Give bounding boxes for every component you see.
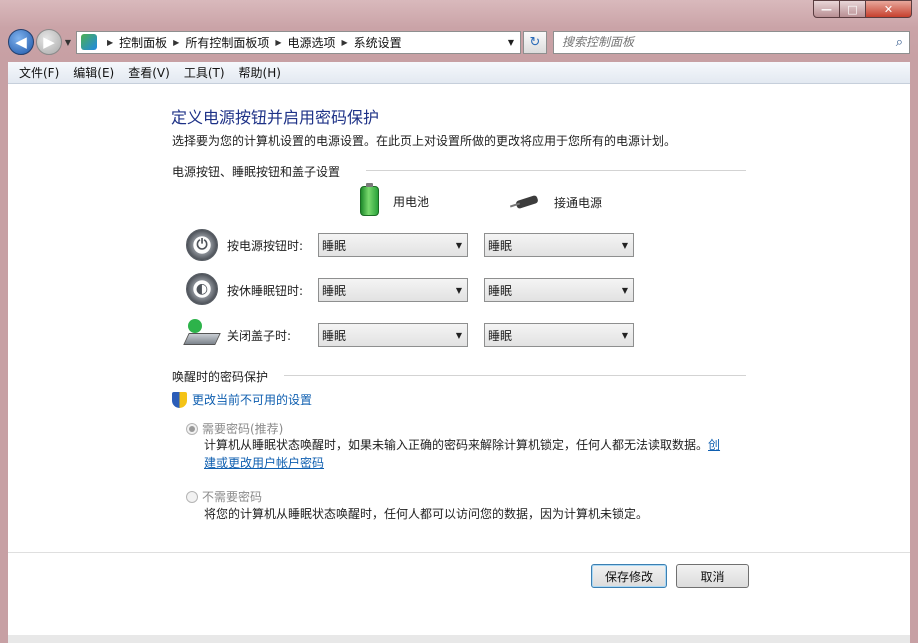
- section-password-heading: 唤醒时的密码保护: [172, 370, 269, 384]
- status-bar: [8, 635, 910, 643]
- chevron-right-icon[interactable]: ▶: [275, 38, 281, 47]
- footer-divider: [8, 552, 910, 553]
- sleep-button-icon: ◐: [186, 273, 218, 305]
- close-lid-plugged-select[interactable]: 睡眠 ▼: [484, 323, 634, 347]
- menu-view[interactable]: 查看(V): [121, 64, 177, 81]
- control-panel-icon: [81, 34, 97, 50]
- require-password-option[interactable]: 需要密码(推荐): [186, 420, 283, 437]
- power-plug-icon: [510, 192, 546, 212]
- select-value: 睡眠: [322, 328, 347, 343]
- page-description: 选择要为您的计算机设置的电源设置。在此页上对设置所做的更改将应用于您所有的电源计…: [172, 134, 677, 148]
- menu-tools[interactable]: 工具(T): [177, 64, 232, 81]
- history-dropdown-icon[interactable]: ▼: [62, 38, 74, 47]
- breadcrumb-system-settings[interactable]: 系统设置: [354, 34, 402, 51]
- plugged-column-header: 接通电源: [510, 192, 602, 212]
- dropdown-arrow-icon: ▼: [621, 241, 628, 250]
- navigation-bar: ◀ ▶ ▼ ▶ 控制面板 ▶ 所有控制面板项 ▶ 电源选项 ▶ 系统设置 ▼ ↻…: [8, 28, 910, 56]
- cancel-button[interactable]: 取消: [676, 564, 749, 588]
- sleep-button-plugged-select[interactable]: 睡眠 ▼: [484, 278, 634, 302]
- change-settings-link[interactable]: 更改当前不可用的设置: [192, 391, 312, 408]
- menu-edit[interactable]: 编辑(E): [66, 64, 121, 81]
- menu-bar: 文件(F) 编辑(E) 查看(V) 工具(T) 帮助(H): [8, 62, 910, 84]
- section-divider: [366, 170, 746, 171]
- content-area: 定义电源按钮并启用密码保护 选择要为您的计算机设置的电源设置。在此页上对设置所做…: [8, 84, 910, 635]
- chevron-right-icon[interactable]: ▶: [107, 38, 113, 47]
- require-password-description: 计算机从睡眠状态唤醒时，如果未输入正确的密码来解除计算机锁定，任何人都无法读取数…: [204, 436, 724, 472]
- require-password-label: 需要密码(推荐): [202, 422, 284, 436]
- select-value: 睡眠: [488, 283, 513, 298]
- close-lid-battery-select[interactable]: 睡眠 ▼: [318, 323, 468, 347]
- no-password-option[interactable]: 不需要密码: [186, 488, 262, 505]
- select-value: 睡眠: [488, 328, 513, 343]
- no-password-radio[interactable]: [186, 490, 198, 503]
- power-button-battery-select[interactable]: 睡眠 ▼: [318, 233, 468, 257]
- close-button[interactable]: ✕: [866, 0, 912, 18]
- page-title: 定义电源按钮并启用密码保护: [171, 108, 380, 127]
- power-button-label: 按电源按钮时:: [227, 239, 304, 253]
- close-lid-label: 关闭盖子时:: [227, 329, 292, 343]
- breadcrumb-power-options[interactable]: 电源选项: [288, 34, 336, 51]
- require-password-desc-text: 计算机从睡眠状态唤醒时，如果未输入正确的密码来解除计算机锁定，任何人都无法读取数…: [204, 438, 709, 452]
- chevron-right-icon[interactable]: ▶: [173, 38, 179, 47]
- minimize-button[interactable]: —: [813, 0, 840, 18]
- chevron-right-icon[interactable]: ▶: [342, 38, 348, 47]
- dropdown-arrow-icon: ▼: [621, 331, 628, 340]
- laptop-lid-icon: [184, 317, 216, 349]
- search-box[interactable]: ⌕: [553, 30, 910, 54]
- power-button-icon: ⏻: [186, 229, 218, 261]
- select-value: 睡眠: [488, 238, 513, 253]
- change-settings-link-row: 更改当前不可用的设置: [172, 391, 312, 408]
- refresh-icon[interactable]: ↻: [523, 30, 547, 54]
- breadcrumb-control-panel[interactable]: 控制面板: [119, 34, 167, 51]
- control-panel-window: — □ ✕ ◀ ▶ ▼ ▶ 控制面板 ▶ 所有控制面板项 ▶ 电源选项 ▶ 系统…: [0, 0, 918, 643]
- section-buttons-heading: 电源按钮、睡眠按钮和盖子设置: [172, 165, 341, 179]
- search-icon[interactable]: ⌕: [896, 35, 903, 50]
- dropdown-arrow-icon: ▼: [621, 286, 628, 295]
- sleep-button-battery-select[interactable]: 睡眠 ▼: [318, 278, 468, 302]
- no-password-description: 将您的计算机从睡眠状态唤醒时，任何人都可以访问您的数据，因为计算机未锁定。: [204, 507, 649, 521]
- battery-column-header: 用电池: [360, 183, 430, 216]
- sleep-button-label: 按休睡眠钮时:: [227, 284, 304, 298]
- uac-shield-icon: [172, 391, 187, 408]
- power-button-plugged-select[interactable]: 睡眠 ▼: [484, 233, 634, 257]
- battery-column-label: 用电池: [393, 194, 430, 209]
- dropdown-arrow-icon: ▼: [455, 286, 462, 295]
- select-value: 睡眠: [322, 283, 347, 298]
- dropdown-arrow-icon: ▼: [455, 331, 462, 340]
- require-password-radio[interactable]: [186, 422, 198, 435]
- maximize-button[interactable]: □: [840, 0, 866, 18]
- menu-file[interactable]: 文件(F): [12, 64, 66, 81]
- select-value: 睡眠: [322, 238, 347, 253]
- menu-help[interactable]: 帮助(H): [232, 64, 288, 81]
- save-button[interactable]: 保存修改: [591, 564, 667, 588]
- breadcrumb-all-items[interactable]: 所有控制面板项: [185, 34, 269, 51]
- no-password-label: 不需要密码: [202, 490, 263, 504]
- section-divider: [284, 375, 746, 376]
- address-dropdown-icon[interactable]: ▼: [502, 32, 520, 53]
- forward-arrow-icon[interactable]: ▶: [36, 29, 62, 55]
- caption-buttons: — □ ✕: [813, 0, 912, 18]
- address-bar[interactable]: ▶ 控制面板 ▶ 所有控制面板项 ▶ 电源选项 ▶ 系统设置 ▼: [76, 30, 521, 54]
- search-input[interactable]: [562, 35, 862, 49]
- plugged-column-label: 接通电源: [554, 195, 603, 210]
- dropdown-arrow-icon: ▼: [455, 241, 462, 250]
- battery-icon: [360, 183, 379, 216]
- back-arrow-icon[interactable]: ◀: [8, 29, 34, 55]
